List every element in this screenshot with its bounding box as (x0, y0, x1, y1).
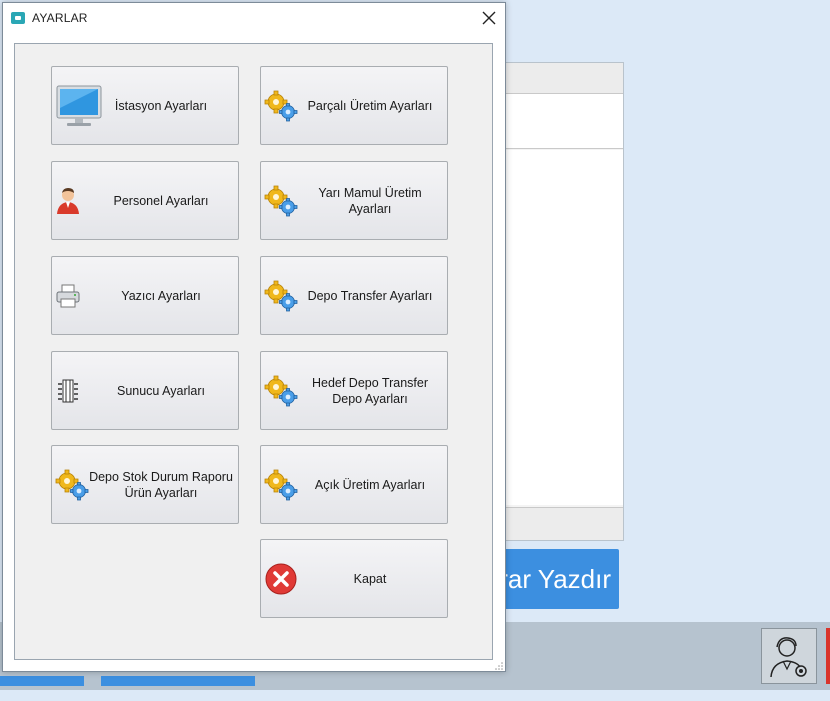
user-settings-button[interactable] (761, 628, 817, 684)
gears-icon (264, 90, 298, 122)
sunucu-ayarlari-button[interactable]: Sunucu Ayarları (51, 351, 239, 430)
sunucu-ayarlari-label: Sunucu Ayarları (116, 383, 206, 398)
hedef-depo-transfer-button[interactable]: Hedef Depo Transfer Depo Ayarları (260, 351, 448, 430)
background-panel-body (497, 150, 623, 505)
dialog-title: AYARLAR (32, 11, 88, 25)
background-tab-2[interactable] (101, 676, 255, 686)
background-panel (496, 62, 624, 541)
background-red-edge (826, 628, 830, 684)
gears-icon (264, 280, 298, 312)
background-print-label: trar Yazdır (496, 564, 611, 594)
background-tab-1[interactable] (0, 676, 84, 686)
background-panel-footer (497, 507, 623, 540)
personel-ayarlari-label: Personel Ayarları (113, 193, 209, 208)
kapat-label: Kapat (353, 571, 387, 586)
depo-transfer-ayarlari-label: Depo Transfer Ayarları (307, 288, 433, 303)
gears-icon (264, 375, 298, 407)
yari-mamul-uretim-ayarlari-label: Yarı Mamul Üretim Ayarları (318, 185, 422, 216)
app-icon (11, 12, 25, 24)
yazici-ayarlari-button[interactable]: Yazıcı Ayarları (51, 256, 239, 335)
depo-transfer-ayarlari-button[interactable]: Depo Transfer Ayarları (260, 256, 448, 335)
background-panel-header (497, 63, 623, 94)
yari-mamul-uretim-ayarlari-button[interactable]: Yarı Mamul Üretim Ayarları (260, 161, 448, 240)
user-icon (55, 187, 81, 215)
yazici-ayarlari-label: Yazıcı Ayarları (121, 288, 201, 303)
gears-icon (264, 185, 298, 217)
server-icon (55, 378, 81, 404)
resize-grip-icon[interactable] (495, 662, 503, 670)
user-settings-icon (770, 637, 807, 678)
settings-dialog: AYARLAR İstasyon Ayarları Personel Ayarl… (2, 2, 506, 672)
dialog-titlebar[interactable]: AYARLAR (3, 3, 505, 33)
personel-ayarlari-button[interactable]: Personel Ayarları (51, 161, 239, 240)
background-print-button[interactable]: trar Yazdır (496, 549, 619, 609)
hedef-depo-transfer-label: Hedef Depo Transfer Depo Ayarları (311, 375, 429, 406)
acik-uretim-ayarlari-button[interactable]: Açık Üretim Ayarları (260, 445, 448, 524)
printer-icon (55, 284, 81, 308)
close-icon (482, 11, 496, 25)
parcali-uretim-ayarlari-button[interactable]: Parçalı Üretim Ayarları (260, 66, 448, 145)
parcali-uretim-ayarlari-label: Parçalı Üretim Ayarları (307, 98, 433, 113)
gears-icon (264, 469, 298, 501)
settings-panel: İstasyon Ayarları Personel Ayarları Yazı… (14, 43, 493, 660)
gears-icon (55, 469, 89, 501)
istasyon-ayarlari-button[interactable]: İstasyon Ayarları (51, 66, 239, 145)
dialog-close-button[interactable] (479, 8, 499, 28)
depo-stok-durum-raporu-button[interactable]: Depo Stok Durum Raporu Ürün Ayarları (51, 445, 239, 524)
acik-uretim-ayarlari-label: Açık Üretim Ayarları (314, 477, 426, 492)
background-panel-row (497, 94, 623, 149)
istasyon-ayarlari-label: İstasyon Ayarları (114, 98, 208, 113)
kapat-button[interactable]: Kapat (260, 539, 448, 618)
depo-stok-durum-raporu-label: Depo Stok Durum Raporu Ürün Ayarları (89, 469, 233, 500)
close-circle-icon (264, 562, 298, 596)
